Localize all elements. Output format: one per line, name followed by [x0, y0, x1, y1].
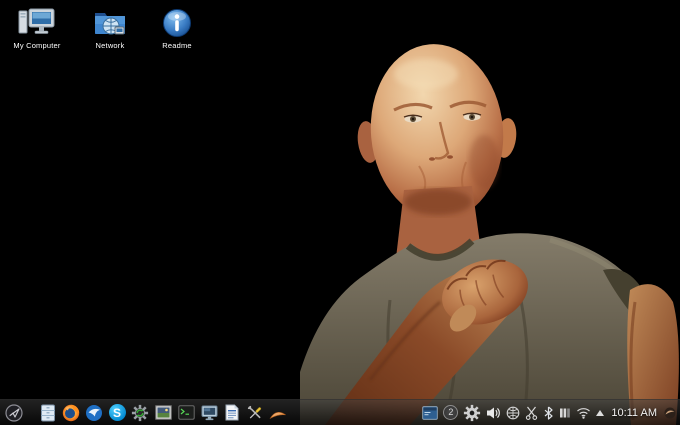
clipboard-scissors-icon[interactable]: [525, 402, 538, 424]
update-count: 2: [448, 407, 454, 417]
desktop-icon-my-computer[interactable]: My Computer: [4, 5, 70, 50]
terminal-window-tray-icon[interactable]: [422, 402, 439, 424]
skype-icon: S: [108, 404, 126, 421]
package-manager-icon: [131, 404, 149, 421]
launcher-area: S: [4, 402, 288, 424]
desktop: My Computer Network Readme S 2 10:11 AM: [0, 0, 680, 425]
launcher-package-manager[interactable]: [130, 402, 150, 424]
launcher-word-processor[interactable]: [222, 402, 242, 424]
info-icon: [162, 5, 192, 38]
wallpaper-portrait: [300, 44, 679, 425]
system-tray: 2 10:11 AM: [422, 402, 676, 424]
desktop-icon-label: Network: [95, 41, 125, 50]
desktop-icon-network[interactable]: Network: [78, 5, 142, 50]
expand-arrow-icon[interactable]: [596, 402, 605, 424]
launcher-thunderbird[interactable]: [84, 402, 104, 424]
terminal-icon: [177, 405, 195, 420]
network-globe-icon[interactable]: [506, 402, 520, 424]
launcher-terminal[interactable]: [176, 402, 196, 424]
computer-icon: [18, 5, 56, 38]
battery-meter-icon[interactable]: [559, 402, 571, 424]
file-manager-icon: [41, 404, 55, 421]
desktop-icon-label: Readme: [162, 41, 192, 50]
skype-glyph: S: [112, 405, 121, 420]
desktop-icon-readme[interactable]: Readme: [148, 5, 206, 50]
desktop-icon-label: My Computer: [13, 41, 61, 50]
distro-menu-icon: [5, 403, 23, 422]
launcher-skype[interactable]: S: [107, 402, 127, 424]
thunderbird-icon: [86, 404, 102, 421]
launcher-system-tools[interactable]: [245, 402, 265, 424]
launcher-orange-crescent-app[interactable]: [268, 402, 288, 424]
taskbar-panel: S 2 10:11 AM: [0, 399, 680, 425]
system-tools-icon: [247, 405, 262, 419]
clock[interactable]: 10:11 AM: [609, 407, 659, 419]
launcher-file-manager[interactable]: [38, 402, 58, 424]
orange-crescent-icon: [269, 411, 286, 419]
firefox-icon: [62, 404, 80, 421]
screenshot-icon: [154, 405, 172, 420]
bluetooth-icon[interactable]: [543, 402, 554, 424]
word-processor-icon: [225, 404, 239, 421]
launcher-distro-menu[interactable]: [4, 402, 24, 424]
corner-crescent-icon[interactable]: [664, 402, 676, 424]
wifi-icon[interactable]: [576, 402, 591, 424]
settings-gear-icon[interactable]: [463, 402, 481, 424]
launcher-display-settings[interactable]: [199, 402, 219, 424]
launcher-firefox[interactable]: [61, 402, 81, 424]
display-icon: [201, 405, 217, 420]
network-folder-icon: [93, 5, 127, 38]
launcher-screenshot-viewer[interactable]: [153, 402, 173, 424]
update-notifier-icon[interactable]: 2: [443, 405, 459, 420]
volume-icon[interactable]: [486, 402, 501, 424]
